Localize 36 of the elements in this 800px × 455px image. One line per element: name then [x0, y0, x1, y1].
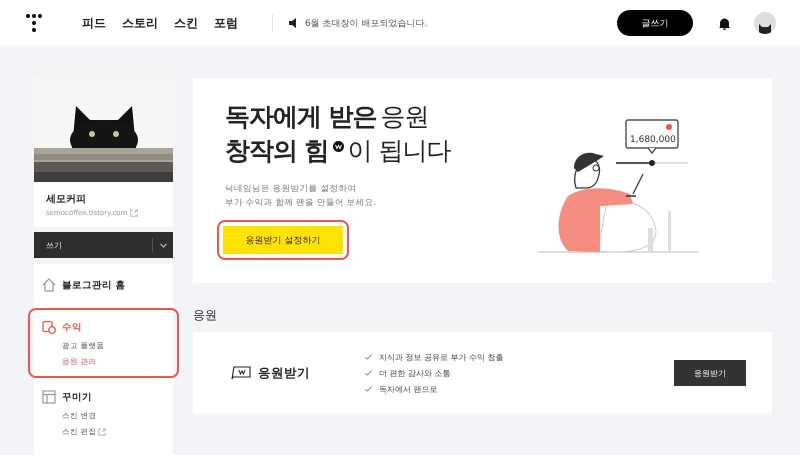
logo-icon[interactable]	[26, 14, 42, 32]
support-logo-icon	[231, 366, 251, 380]
nav-link[interactable]: 피드	[82, 14, 106, 32]
nav-link[interactable]: 스토리	[122, 14, 158, 32]
nav-link[interactable]: 스킨	[174, 14, 198, 32]
person-laptop-drawing: 1,680,000	[538, 116, 758, 266]
check-icon	[365, 354, 372, 360]
bell-icon[interactable]	[719, 16, 730, 30]
support-button[interactable]: 응원받기	[674, 360, 746, 386]
menu-item[interactable]: 꾸미기	[42, 386, 167, 408]
benefit-text: 지식과 정보 공유로 부가 수익 창출	[379, 352, 504, 362]
hero-description: 닉네임님은 응원받기를 설정하여 부가 수익과 함께 팬을 만들어 보세요.	[225, 183, 378, 210]
blog-name[interactable]: 세모커피	[46, 192, 163, 206]
coin-stack-icon	[42, 320, 56, 334]
notice-text[interactable]: 6월 초대장이 배포되었습니다.	[305, 16, 428, 30]
support-name: 응원받기	[258, 364, 310, 382]
external-link-icon	[98, 428, 106, 436]
home-icon	[42, 278, 56, 292]
hero-title: 독자에게 받은 응원	[225, 101, 430, 133]
menu-item[interactable]: 블로그관리 홈	[42, 274, 167, 296]
external-link-icon	[130, 209, 138, 217]
coin-icon	[332, 141, 344, 152]
benefit-text: 독자에서 팬으로	[379, 384, 438, 394]
write-button[interactable]: 글쓰기	[617, 10, 693, 36]
write-button[interactable]: 쓰기	[46, 240, 62, 250]
caret-icon[interactable]	[160, 242, 167, 248]
section-title: 응원	[193, 307, 218, 324]
nav-link[interactable]: 포럼	[214, 14, 238, 32]
check-icon	[365, 370, 372, 376]
hero-title: 창작의 힘 이 됩니다	[225, 135, 452, 167]
layout-icon	[42, 390, 56, 404]
avatar[interactable]	[754, 12, 776, 34]
check-icon	[365, 386, 372, 392]
speaker-icon	[289, 18, 299, 28]
setup-button[interactable]: 응원받기 설정하기	[223, 226, 343, 254]
benefit-text: 더 편한 감사와 소통	[379, 368, 451, 378]
